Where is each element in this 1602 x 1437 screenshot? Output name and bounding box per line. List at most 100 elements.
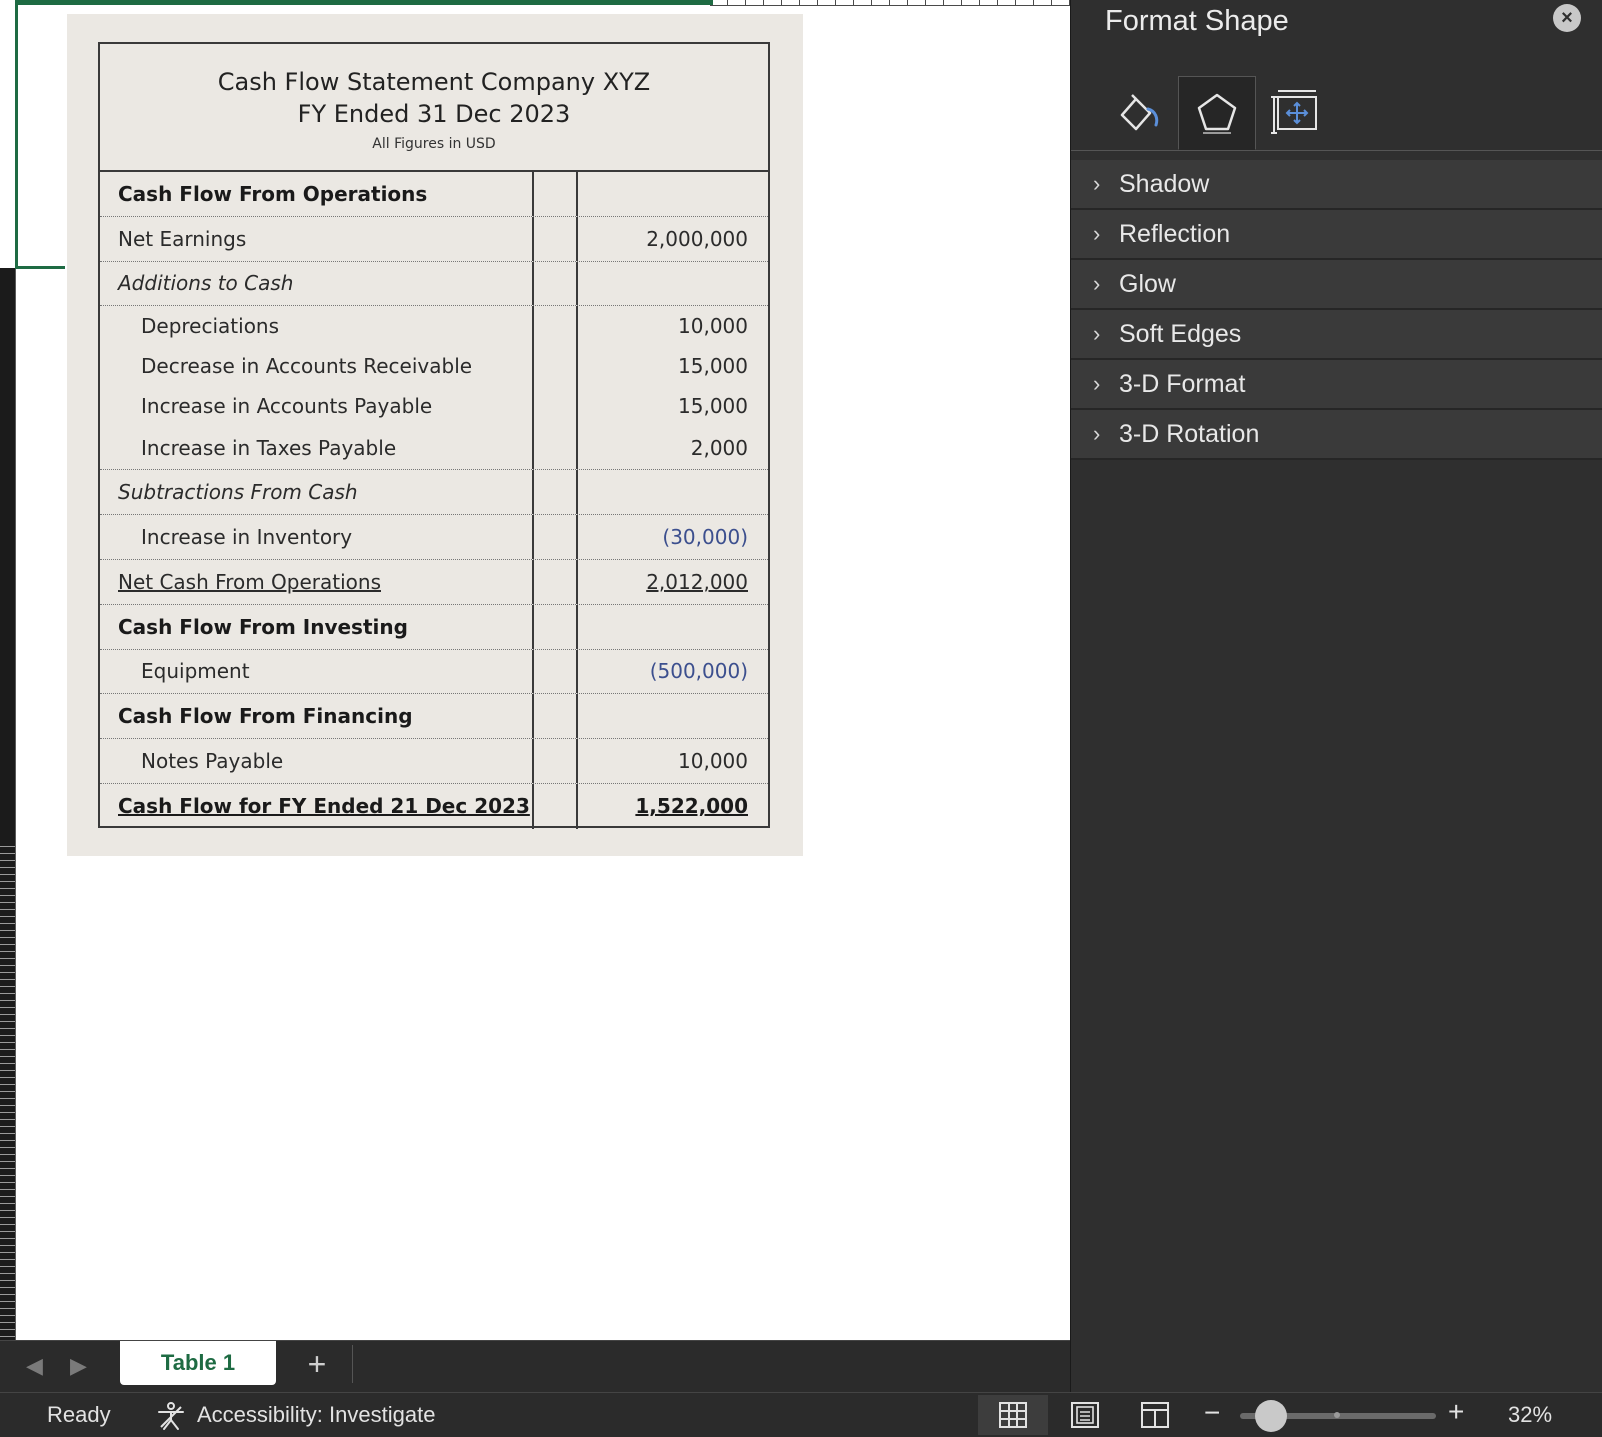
statement-row: Notes Payable 10,000 [100,739,768,784]
format-shape-pane: Format Shape × › Shadow › Reflection › G… [1070,0,1602,1392]
size-properties-icon [1271,90,1317,134]
row-value [578,470,768,514]
chevron-right-icon: › [1093,421,1101,446]
row-value: 10,000 [678,749,748,774]
section-label: 3-D Format [1119,369,1246,398]
row-label: Increase in Accounts Payable [100,386,534,427]
zoom-out-button[interactable]: − [1204,1397,1220,1429]
row-value: (30,000) [662,525,748,550]
statement-subtitle: FY Ended 31 Dec 2023 [297,100,571,128]
next-sheet-icon[interactable]: ▶ [70,1353,87,1379]
row-label: Cash Flow From Investing [100,604,534,649]
chevron-right-icon: › [1093,321,1101,346]
statement-row: Net Cash From Operations 2,012,000 [100,559,768,605]
row-value [578,694,768,738]
effects-sections: › Shadow › Reflection › Glow › Soft Edges › 3… [1071,160,1602,460]
row-label: Increase in Taxes Payable [100,426,534,470]
row-label: Decrease in Accounts Receivable [100,346,534,387]
section-reflection[interactable]: › Reflection [1071,210,1602,260]
statement-row: Additions to Cash [100,261,768,307]
row-label: Net Cash From Operations [118,569,381,594]
row-value: 2,000,000 [646,226,748,251]
row-value [578,172,768,216]
pane-tabs [1071,76,1602,151]
section-soft-edges[interactable]: › Soft Edges [1071,310,1602,360]
section-3d-format[interactable]: › 3-D Format [1071,360,1602,410]
previous-sheet-icon[interactable]: ◀ [26,1353,43,1379]
statement-row: Increase in Taxes Payable 2,000 [100,426,768,471]
row-value: 10,000 [678,314,748,339]
section-3d-rotation[interactable]: › 3-D Rotation [1071,410,1602,460]
row-label: Equipment [100,649,534,694]
page-break-icon [1141,1402,1169,1428]
section-label: Shadow [1119,169,1210,198]
statement-title: Cash Flow Statement Company XYZ [217,68,651,96]
chevron-right-icon: › [1093,221,1101,246]
row-label: Cash Flow From Operations [100,172,534,216]
section-glow[interactable]: › Glow [1071,260,1602,310]
statement-units: All Figures in USD [372,136,496,152]
normal-view-button[interactable] [978,1395,1048,1435]
zoom-slider-thumb[interactable] [1255,1400,1287,1432]
close-icon[interactable]: × [1553,4,1581,32]
page-layout-icon [1071,1402,1099,1428]
section-shadow[interactable]: › Shadow [1071,160,1602,210]
page-break-view-button[interactable] [1120,1395,1190,1435]
inserted-picture-cash-flow-statement[interactable]: Cash Flow Statement Company XYZ FY Ended… [67,14,803,856]
row-value: (500,000) [649,659,748,684]
spreadsheet-canvas[interactable]: Cash Flow Statement Company XYZ FY Ended… [0,0,1070,1340]
statement-row: Cash Flow From Financing [100,694,768,740]
statement-row: Net Earnings 2,000,000 [100,216,768,262]
statement-row: Cash Flow From Investing [100,604,768,650]
statement-row: Increase in Accounts Payable 15,000 [100,386,768,427]
statement-row: Cash Flow for FY Ended 21 Dec 2023 1,522… [100,783,768,829]
tab-effects[interactable] [1178,76,1256,150]
statement-row: Cash Flow From Operations [100,172,768,217]
row-value [578,605,768,649]
row-label: Increase in Inventory [100,515,534,559]
row-value: 2,012,000 [646,569,748,594]
row-value: 15,000 [678,354,748,379]
statement-rows: Cash Flow From Operations Net Earnings 2… [100,172,768,829]
row-label: Cash Flow for FY Ended 21 Dec 2023 [118,794,530,819]
zoom-slider-midpoint [1334,1412,1340,1418]
add-sheet-button[interactable]: + [300,1347,334,1381]
row-value: 1,522,000 [635,794,748,819]
row-value: 2,000 [690,435,748,460]
accessibility-icon[interactable] [155,1401,187,1431]
section-label: 3-D Rotation [1119,419,1260,448]
fill-line-icon [1120,94,1159,131]
section-label: Reflection [1119,219,1231,248]
tab-fill-line[interactable] [1099,76,1177,150]
zoom-level[interactable]: 32% [1508,1402,1552,1428]
row-label: Cash Flow From Financing [100,694,534,739]
statement-row: Subtractions From Cash [100,470,768,516]
grid-view-icon [999,1402,1027,1428]
sheet-tab-bar: ◀ ▶ Table 1 + [0,1340,1070,1393]
chevron-right-icon: › [1093,271,1101,296]
row-header-ruler[interactable] [0,0,16,1340]
statement-row: Decrease in Accounts Receivable 15,000 [100,346,768,387]
status-bar: Ready Accessibility: Investigate − + 32% [0,1392,1602,1437]
page-layout-view-button[interactable] [1050,1395,1120,1435]
chevron-right-icon: › [1093,171,1101,196]
status-ready: Ready [47,1402,111,1427]
statement-row: Depreciations 10,000 [100,306,768,347]
column-header-ruler[interactable] [710,0,1070,6]
pentagon-icon [1197,93,1237,134]
statement-row: Equipment (500,000) [100,649,768,695]
row-label: Additions to Cash [100,261,534,306]
accessibility-status[interactable]: Accessibility: Investigate [197,1402,435,1428]
pane-title: Format Shape [1105,5,1289,37]
tab-size-properties[interactable] [1257,76,1335,150]
chevron-right-icon: › [1093,371,1101,396]
row-value: 15,000 [678,394,748,419]
cell-selection-border [15,0,18,268]
statement-row: Increase in Inventory (30,000) [100,515,768,560]
row-label: Net Earnings [100,216,534,261]
cell-selection-border [15,0,713,5]
sheet-tab-table-1[interactable]: Table 1 [120,1341,276,1385]
zoom-in-button[interactable]: + [1448,1396,1464,1428]
row-value [578,262,768,306]
row-label: Notes Payable [100,739,534,783]
